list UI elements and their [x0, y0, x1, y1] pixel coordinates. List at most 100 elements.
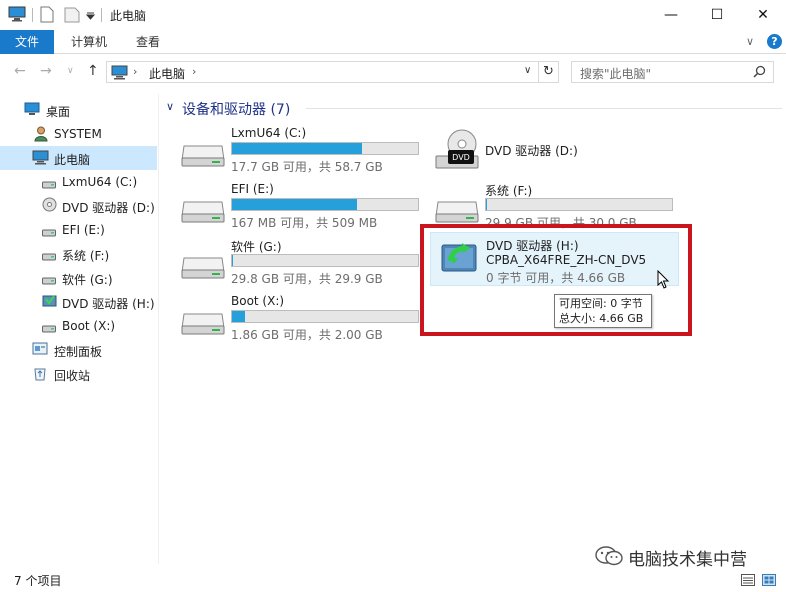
new-folder-icon[interactable] [64, 6, 80, 26]
chevron-right-icon[interactable]: › [133, 65, 137, 78]
sidebar-item-drive-e[interactable]: EFI (E:) [0, 218, 157, 242]
sidebar-item-label: LxmU64 (C:) [62, 175, 138, 189]
tab-computer[interactable]: 计算机 [71, 30, 107, 54]
usage-bar [231, 254, 419, 267]
minimize-button[interactable]: — [648, 0, 694, 30]
drive-tile-d[interactable]: DVD DVD 驱动器 (D:) [434, 124, 684, 178]
drive-name: 软件 (G:) [231, 240, 282, 254]
dvd-drive-icon: DVD [434, 128, 480, 175]
navigation-pane: 桌面 SYSTEM 此电脑 LxmU64 (C:) DVD 驱动器 (D:) E… [0, 96, 158, 566]
usage-fill [232, 143, 363, 154]
sidebar-item-dvd-h[interactable]: DVD 驱动器 (H:) [0, 290, 157, 314]
address-dropdown-icon[interactable]: ∨ [524, 65, 531, 76]
search-icon[interactable] [753, 65, 766, 81]
maximize-button[interactable]: ☐ [694, 0, 740, 30]
properties-icon[interactable] [40, 6, 54, 26]
recent-locations-icon[interactable]: ∨ [67, 66, 74, 76]
sidebar-item-label: 桌面 [46, 105, 71, 119]
drive-name: EFI (E:) [231, 182, 274, 196]
ribbon-expand-button[interactable]: ∨ [746, 35, 754, 48]
watermark-text: 电脑技术集中营 [628, 550, 747, 570]
drive-space-info: 17.7 GB 可用，共 58.7 GB [231, 160, 383, 174]
drive-name: 系统 (F:) [485, 184, 533, 198]
navigation-bar: ← → ∨ ↑ › 此电脑 › ∨ ↻ 搜索"此电脑" [0, 58, 786, 88]
sidebar-item-recycle-bin[interactable]: 回收站 [0, 362, 157, 386]
tooltip: 可用空间: 0 字节 总大小: 4.66 GB [554, 294, 652, 328]
sidebar-item-drive-c[interactable]: LxmU64 (C:) [0, 170, 157, 194]
tab-view[interactable]: 查看 [136, 30, 160, 54]
sidebar-item-label: DVD 驱动器 (D:) [62, 201, 155, 215]
hard-drive-icon [180, 194, 226, 227]
drive-name: Boot (X:) [231, 294, 285, 308]
sidebar-item-desktop[interactable]: 桌面 [0, 98, 157, 122]
hard-drive-icon [180, 250, 226, 283]
drive-tile-c[interactable]: LxmU64 (C:) 17.7 GB 可用，共 58.7 GB [180, 124, 430, 178]
sidebar-item-label: EFI (E:) [62, 223, 105, 237]
control-panel-icon [32, 342, 48, 359]
usage-fill [232, 199, 357, 210]
up-arrow-icon[interactable]: ↑ [87, 63, 99, 79]
pane-divider[interactable] [158, 94, 159, 564]
sidebar-item-label: 此电脑 [54, 153, 91, 167]
drive-tile-x[interactable]: Boot (X:) 1.86 GB 可用，共 2.00 GB [180, 292, 430, 346]
drive-icon [42, 322, 56, 336]
details-view-icon[interactable] [741, 574, 755, 589]
drive-space-info: 29.8 GB 可用，共 29.9 GB [231, 272, 383, 286]
large-icons-view-icon[interactable] [762, 574, 776, 589]
hard-drive-icon [434, 194, 480, 227]
forward-arrow-icon[interactable]: → [40, 63, 52, 79]
usage-fill [232, 311, 246, 322]
sidebar-item-drive-f[interactable]: 系统 (F:) [0, 242, 157, 266]
computer-icon [111, 65, 128, 83]
sidebar-item-label: DVD 驱动器 (H:) [62, 297, 155, 311]
group-divider [306, 108, 782, 109]
sidebar-item-dvd-d[interactable]: DVD 驱动器 (D:) [0, 194, 157, 218]
address-bar[interactable]: › 此电脑 › ∨ [106, 61, 539, 83]
sidebar-item-control-panel[interactable]: 控制面板 [0, 338, 157, 362]
drive-icon [42, 226, 56, 240]
sidebar-item-label: 系统 (F:) [62, 249, 110, 263]
close-button[interactable]: ✕ [740, 0, 786, 30]
separator [101, 8, 102, 22]
customize-toolbar-icon[interactable] [85, 9, 96, 23]
sidebar-item-system[interactable]: SYSTEM [0, 122, 157, 146]
usage-bar [231, 310, 419, 323]
chevron-right-icon[interactable]: › [192, 65, 196, 78]
dvd-icon [42, 197, 57, 215]
hard-drive-icon [180, 306, 226, 339]
drive-icon [42, 178, 56, 192]
collapse-chevron-icon[interactable]: ∨ [166, 100, 174, 113]
recycle-bin-icon [33, 366, 47, 384]
computer-icon[interactable] [8, 6, 26, 25]
sidebar-item-drive-g[interactable]: 软件 (G:) [0, 266, 157, 290]
item-count: 7 个项目 [14, 574, 62, 588]
sidebar-item-drive-x[interactable]: Boot (X:) [0, 314, 157, 338]
drive-tile-e[interactable]: EFI (E:) 167 MB 可用，共 509 MB [180, 180, 430, 234]
tab-file[interactable]: 文件 [0, 30, 54, 54]
separator [32, 8, 33, 22]
usage-bar [485, 198, 673, 211]
sidebar-item-label: 回收站 [54, 369, 91, 383]
svg-text:DVD: DVD [452, 153, 470, 162]
refresh-button[interactable]: ↻ [539, 61, 559, 83]
dvd-setup-icon [42, 293, 57, 311]
title-bar: 此电脑 — ☐ ✕ [0, 0, 786, 30]
usage-fill [232, 255, 233, 266]
usage-fill [486, 199, 487, 210]
sidebar-item-label: 软件 (G:) [62, 273, 113, 287]
computer-icon [32, 150, 49, 168]
back-arrow-icon[interactable]: ← [14, 63, 26, 79]
drive-icon [42, 274, 56, 288]
group-header[interactable]: 设备和驱动器 (7) [182, 99, 290, 119]
search-input[interactable]: 搜索"此电脑" [571, 61, 774, 83]
help-icon[interactable]: ? [767, 34, 782, 49]
sidebar-item-this-pc[interactable]: 此电脑 [0, 146, 157, 170]
breadcrumb[interactable]: 此电脑 [149, 65, 185, 82]
sidebar-item-label: SYSTEM [54, 127, 102, 141]
drive-space-info: 1.86 GB 可用，共 2.00 GB [231, 328, 383, 342]
drive-name: DVD 驱动器 (D:) [485, 144, 578, 158]
drive-name: LxmU64 (C:) [231, 126, 307, 140]
window-title: 此电脑 [110, 9, 147, 23]
drive-tile-g[interactable]: 软件 (G:) 29.8 GB 可用，共 29.9 GB [180, 236, 430, 290]
user-icon [34, 126, 48, 145]
